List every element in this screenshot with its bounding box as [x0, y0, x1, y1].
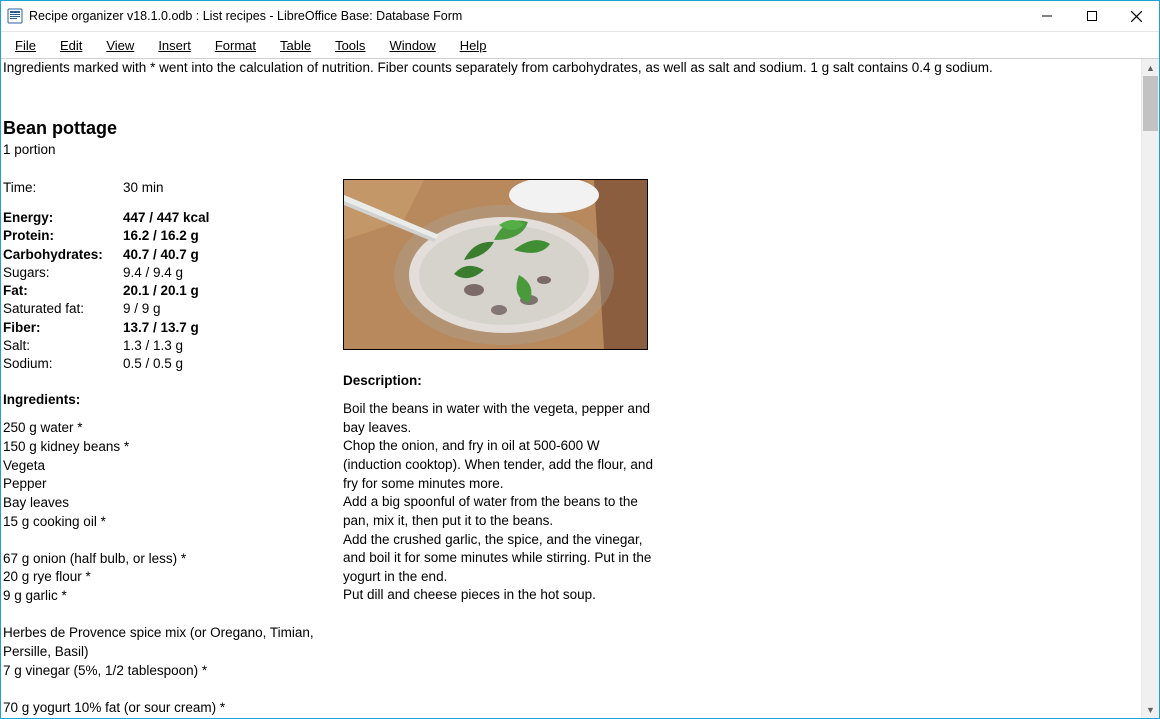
nutrition-row: Sodium:0.5 / 0.5 g [3, 355, 343, 373]
menu-table[interactable]: Table [276, 36, 315, 55]
nutrition-label: Carbohydrates: [3, 246, 123, 264]
description-text: Boil the beans in water with the vegeta,… [343, 400, 653, 605]
description-line: Boil the beans in water with the vegeta,… [343, 400, 653, 437]
ingredient-line: 15 g cooking oil * [3, 513, 343, 532]
nutrition-table: Energy:447 / 447 kcalProtein:16.2 / 16.2… [3, 209, 343, 373]
nutrition-label: Salt: [3, 337, 123, 355]
description-line: Chop the onion, and fry in oil at 500-60… [343, 437, 653, 493]
scroll-up-arrow[interactable]: ▲ [1142, 59, 1159, 76]
ingredient-line [3, 680, 343, 699]
titlebar: Recipe organizer v18.1.0.odb : List reci… [1, 1, 1159, 32]
menu-insert[interactable]: Insert [154, 36, 195, 55]
nutrition-value: 1.3 / 1.3 g [123, 337, 183, 355]
nutrition-value: 20.1 / 20.1 g [123, 282, 199, 300]
nutrition-value: 13.7 / 13.7 g [123, 319, 199, 337]
nutrition-label: Sodium: [3, 355, 123, 373]
window-controls [1024, 2, 1159, 31]
ingredient-line [3, 531, 343, 550]
document-body: Ingredients marked with * went into the … [1, 59, 1141, 718]
nutrition-row: Fiber:13.7 / 13.7 g [3, 319, 343, 337]
close-button[interactable] [1114, 2, 1159, 31]
app-icon [7, 8, 23, 24]
app-window: Recipe organizer v18.1.0.odb : List reci… [0, 0, 1160, 719]
time-label: Time: [3, 179, 123, 197]
nutrition-value: 9.4 / 9.4 g [123, 264, 183, 282]
recipe-image [343, 179, 648, 350]
nutrition-row: Fat:20.1 / 20.1 g [3, 282, 343, 300]
nutrition-row: Sugars:9.4 / 9.4 g [3, 264, 343, 282]
nutrition-value: 0.5 / 0.5 g [123, 355, 183, 373]
menu-view[interactable]: View [102, 36, 138, 55]
description-heading: Description: [343, 372, 653, 390]
nutrition-value: 40.7 / 40.7 g [123, 246, 199, 264]
vertical-scrollbar[interactable]: ▲ ▼ [1141, 59, 1159, 718]
nutrition-row: Energy:447 / 447 kcal [3, 209, 343, 227]
nutrition-label: Energy: [3, 209, 123, 227]
time-value: 30 min [123, 179, 164, 197]
menu-tools[interactable]: Tools [331, 36, 369, 55]
nutrition-value: 9 / 9 g [123, 300, 161, 318]
description-line: Put dill and cheese pieces in the hot so… [343, 586, 653, 605]
ingredient-line: Herbes de Provence spice mix (or Oregano… [3, 624, 343, 661]
description-line: Add the crushed garlic, the spice, and t… [343, 531, 653, 587]
menubar: File Edit View Insert Format Table Tools… [1, 32, 1159, 59]
info-note: Ingredients marked with * went into the … [3, 60, 1139, 76]
ingredient-line: Bay leaves [3, 494, 343, 513]
nutrition-value: 16.2 / 16.2 g [123, 227, 199, 245]
minimize-button[interactable] [1024, 2, 1069, 31]
ingredient-line: 150 g kidney beans * [3, 438, 343, 457]
ingredient-line: 20 g rye flour * [3, 568, 343, 587]
ingredients-list: 250 g water *150 g kidney beans *VegetaP… [3, 419, 343, 717]
nutrition-label: Saturated fat: [3, 300, 123, 318]
nutrition-value: 447 / 447 kcal [123, 209, 209, 227]
ingredient-line [3, 606, 343, 625]
nutrition-row: Protein:16.2 / 16.2 g [3, 227, 343, 245]
menu-window[interactable]: Window [385, 36, 439, 55]
scroll-thumb[interactable] [1143, 76, 1158, 131]
menu-edit[interactable]: Edit [56, 36, 86, 55]
ingredient-line: 7 g vinegar (5%, 1/2 tablespoon) * [3, 662, 343, 681]
ingredients-heading: Ingredients: [3, 391, 343, 409]
recipe-portion: 1 portion [3, 141, 1139, 159]
menu-format[interactable]: Format [211, 36, 260, 55]
description-line: Add a big spoonful of water from the bea… [343, 493, 653, 530]
scroll-down-arrow[interactable]: ▼ [1142, 701, 1159, 718]
nutrition-label: Protein: [3, 227, 123, 245]
maximize-button[interactable] [1069, 2, 1114, 31]
ingredient-line: 9 g garlic * [3, 587, 343, 606]
nutrition-label: Fat: [3, 282, 123, 300]
nutrition-row: Carbohydrates:40.7 / 40.7 g [3, 246, 343, 264]
menu-file[interactable]: File [11, 36, 40, 55]
ingredient-line: Vegeta [3, 457, 343, 476]
ingredient-line: Pepper [3, 475, 343, 494]
nutrition-label: Sugars: [3, 264, 123, 282]
nutrition-row: Saturated fat:9 / 9 g [3, 300, 343, 318]
nutrition-label: Fiber: [3, 319, 123, 337]
nutrition-row: Salt:1.3 / 1.3 g [3, 337, 343, 355]
ingredient-line: 67 g onion (half bulb, or less) * [3, 550, 343, 569]
menu-help[interactable]: Help [456, 36, 491, 55]
recipe-title: Bean pottage [3, 116, 1139, 140]
ingredient-line: 70 g yogurt 10% fat (or sour cream) * [3, 699, 343, 718]
window-title: Recipe organizer v18.1.0.odb : List reci… [29, 9, 1024, 23]
content-wrapper: Ingredients marked with * went into the … [1, 59, 1159, 718]
ingredient-line: 250 g water * [3, 419, 343, 438]
